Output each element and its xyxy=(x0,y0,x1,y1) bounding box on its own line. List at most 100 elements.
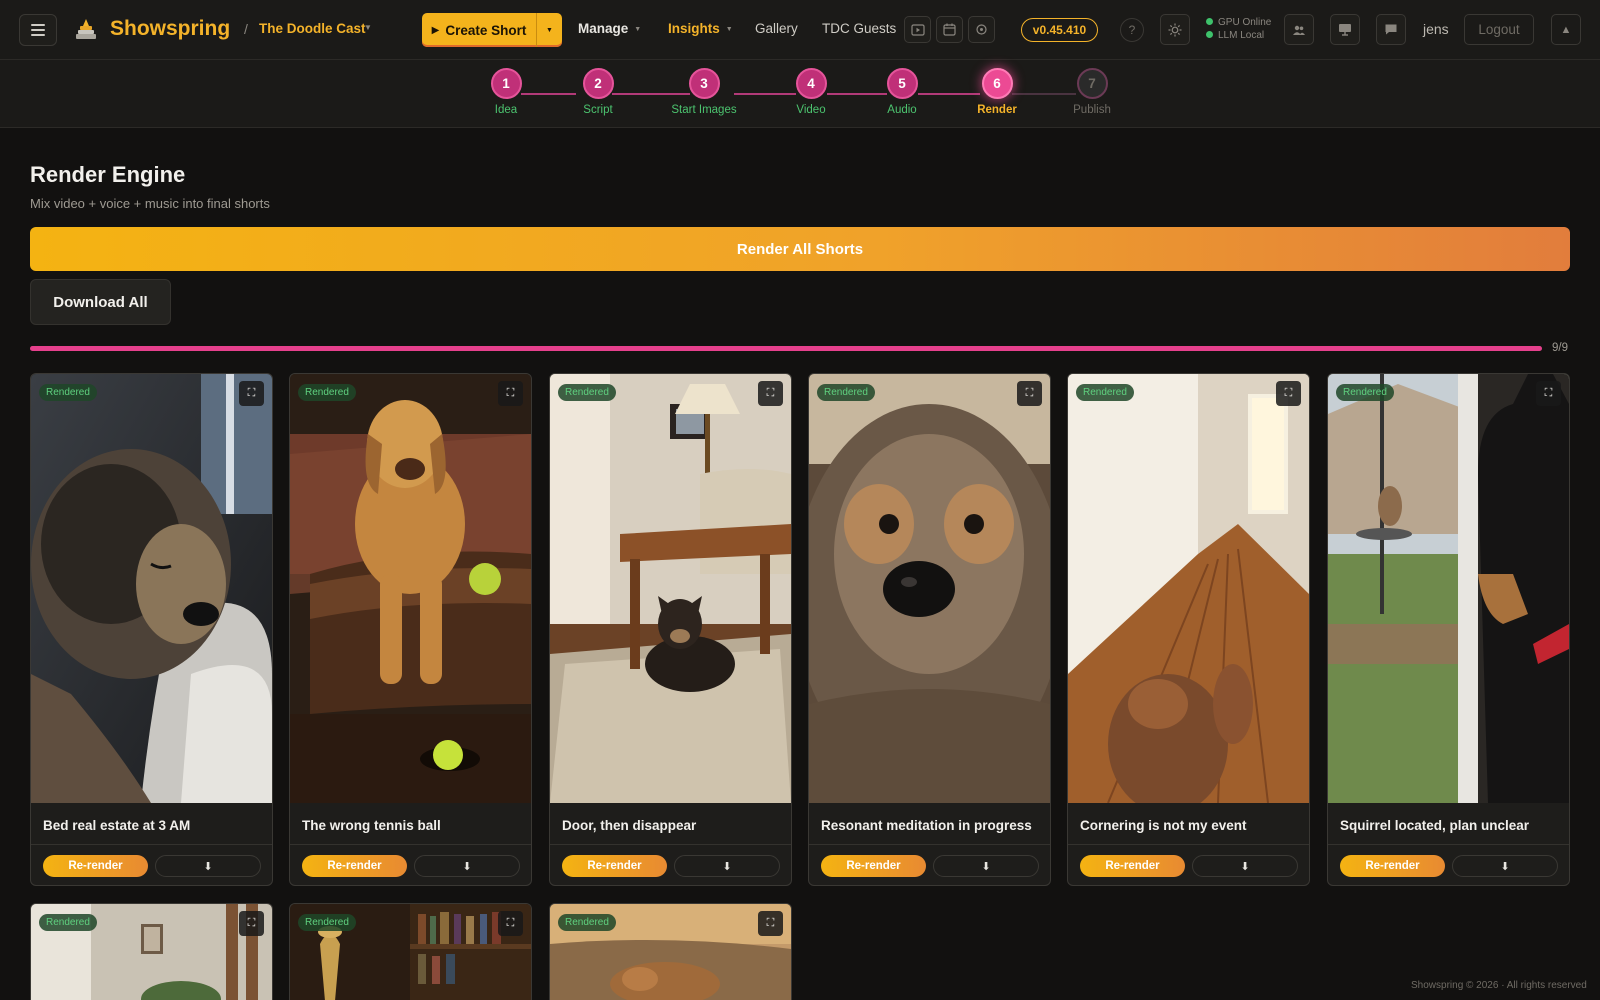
rerender-button[interactable]: Re-render xyxy=(821,855,926,877)
expand-icon[interactable]: ⛶ xyxy=(1276,381,1301,406)
short-title: Resonant meditation in progress xyxy=(821,818,1032,833)
expand-icon[interactable]: ⛶ xyxy=(1017,381,1042,406)
download-icon: ⬇ xyxy=(462,860,472,873)
create-short-button[interactable]: ▶ Create Short xyxy=(422,13,536,47)
step-publish[interactable]: 7 Publish xyxy=(1052,68,1132,116)
download-button[interactable]: ⬇ xyxy=(414,855,520,877)
rerender-button[interactable]: Re-render xyxy=(302,855,407,877)
download-button[interactable]: ⬇ xyxy=(933,855,1039,877)
brand-name[interactable]: Showspring xyxy=(110,17,230,41)
expand-icon[interactable]: ⛶ xyxy=(758,381,783,406)
chat-icon xyxy=(1385,24,1397,35)
video-preview-button[interactable] xyxy=(904,16,931,43)
step-number: 7 xyxy=(1076,68,1108,99)
step-idea[interactable]: 1 Idea xyxy=(466,68,546,116)
step-script[interactable]: 2 Script xyxy=(558,68,638,116)
calendar-button[interactable] xyxy=(936,16,963,43)
presentation-button[interactable] xyxy=(1330,14,1360,45)
status-badge: Rendered xyxy=(298,914,356,931)
step-number: 5 xyxy=(886,68,918,99)
status-badge: Rendered xyxy=(39,914,97,931)
divider xyxy=(290,844,531,845)
status-badge: Rendered xyxy=(817,384,875,401)
system-status: GPU Online LLM Local xyxy=(1206,16,1271,42)
theme-toggle[interactable] xyxy=(1160,14,1190,45)
step-video[interactable]: 4 Video xyxy=(771,68,851,116)
step-label: Start Images xyxy=(671,104,737,116)
step-audio[interactable]: 5 Audio xyxy=(862,68,942,116)
short-thumbnail[interactable] xyxy=(290,374,531,803)
expand-icon[interactable]: ⛶ xyxy=(239,911,264,936)
short-title: Bed real estate at 3 AM xyxy=(43,818,191,833)
download-button[interactable]: ⬇ xyxy=(1192,855,1298,877)
download-all-button[interactable]: Download All xyxy=(30,279,171,325)
short-card: Rendered ⛶ Door, then disappear Re-rende… xyxy=(549,373,792,886)
nav-manage-label: Manage xyxy=(578,21,629,36)
status-badge: Rendered xyxy=(1076,384,1134,401)
divider xyxy=(1328,844,1569,845)
rerender-button[interactable]: Re-render xyxy=(43,855,148,877)
menu-button[interactable] xyxy=(19,14,57,46)
expand-icon[interactable]: ⛶ xyxy=(239,381,264,406)
version-badge[interactable]: v0.45.410 xyxy=(1021,18,1098,42)
short-thumbnail[interactable] xyxy=(1328,374,1569,803)
download-button[interactable]: ⬇ xyxy=(155,855,261,877)
expand-icon[interactable]: ⛶ xyxy=(758,911,783,936)
nav-insights[interactable]: Insights ▼ xyxy=(668,21,733,36)
step-label: Publish xyxy=(1073,104,1111,116)
help-button[interactable]: ? xyxy=(1120,18,1144,42)
nav-tdc-guests[interactable]: TDC Guests xyxy=(822,21,896,36)
short-card: Rendered ⛶ The wrong tennis ball Re-rend… xyxy=(289,373,532,886)
llm-status-label: LLM Local xyxy=(1218,30,1265,41)
create-short-button-group: ▶ Create Short ▼ xyxy=(422,13,562,47)
breadcrumb-separator: / xyxy=(244,21,248,37)
step-label: Script xyxy=(583,104,613,116)
user-name[interactable]: jens xyxy=(1423,21,1449,37)
footer-copyright: Showspring © 2026 · All rights reserved xyxy=(1411,980,1587,991)
project-selector[interactable]: The Doodle Cast xyxy=(259,21,366,36)
status-badge: Rendered xyxy=(1336,384,1394,401)
short-card: Rendered ⛶ Bed real estate at 3 AM Re-re… xyxy=(30,373,273,886)
short-thumbnail[interactable] xyxy=(31,374,272,803)
download-icon: ⬇ xyxy=(203,860,213,873)
divider xyxy=(31,844,272,845)
rerender-button[interactable]: Re-render xyxy=(1340,855,1445,877)
divider xyxy=(550,844,791,845)
messages-button[interactable] xyxy=(1376,14,1406,45)
expand-icon[interactable]: ⛶ xyxy=(498,911,523,936)
chevron-down-icon: ▼ xyxy=(725,26,733,33)
users-icon xyxy=(1293,25,1305,35)
short-thumbnail[interactable] xyxy=(1068,374,1309,803)
status-badge: Rendered xyxy=(39,384,97,401)
rerender-button[interactable]: Re-render xyxy=(562,855,667,877)
expand-icon[interactable]: ⛶ xyxy=(1536,381,1561,406)
create-short-dropdown[interactable]: ▼ xyxy=(536,13,562,47)
download-icon: ⬇ xyxy=(722,860,732,873)
step-label: Idea xyxy=(494,104,518,116)
scroll-top-button[interactable]: ▲ xyxy=(1551,14,1581,45)
nav-manage[interactable]: Manage ▼ xyxy=(578,21,641,36)
short-thumbnail[interactable] xyxy=(809,374,1050,803)
settings-button[interactable] xyxy=(968,16,995,43)
short-thumbnail[interactable] xyxy=(550,374,791,803)
step-number: 3 xyxy=(688,68,720,99)
team-button[interactable] xyxy=(1284,14,1314,45)
expand-icon[interactable]: ⛶ xyxy=(498,381,523,406)
download-button[interactable]: ⬇ xyxy=(1452,855,1558,877)
step-label: Render xyxy=(977,104,1017,116)
logout-button[interactable]: Logout xyxy=(1464,14,1534,45)
step-number: 6 xyxy=(981,68,1013,99)
step-render[interactable]: 6 Render xyxy=(957,68,1037,116)
render-all-button[interactable]: Render All Shorts xyxy=(30,227,1570,271)
short-card: Rendered ⛶ Squirrel located, plan unclea… xyxy=(1327,373,1570,886)
step-start-images[interactable]: 3 Start Images xyxy=(664,68,744,116)
short-card: Rendered ⛶ xyxy=(289,903,532,1000)
download-icon: ⬇ xyxy=(1500,860,1510,873)
step-label: Video xyxy=(796,104,826,116)
short-card: Rendered ⛶ Resonant meditation in progre… xyxy=(808,373,1051,886)
download-button[interactable]: ⬇ xyxy=(674,855,780,877)
chevron-down-icon[interactable]: ▼ xyxy=(364,23,372,32)
step-number: 4 xyxy=(795,68,827,99)
rerender-button[interactable]: Re-render xyxy=(1080,855,1185,877)
nav-gallery[interactable]: Gallery xyxy=(755,21,798,36)
